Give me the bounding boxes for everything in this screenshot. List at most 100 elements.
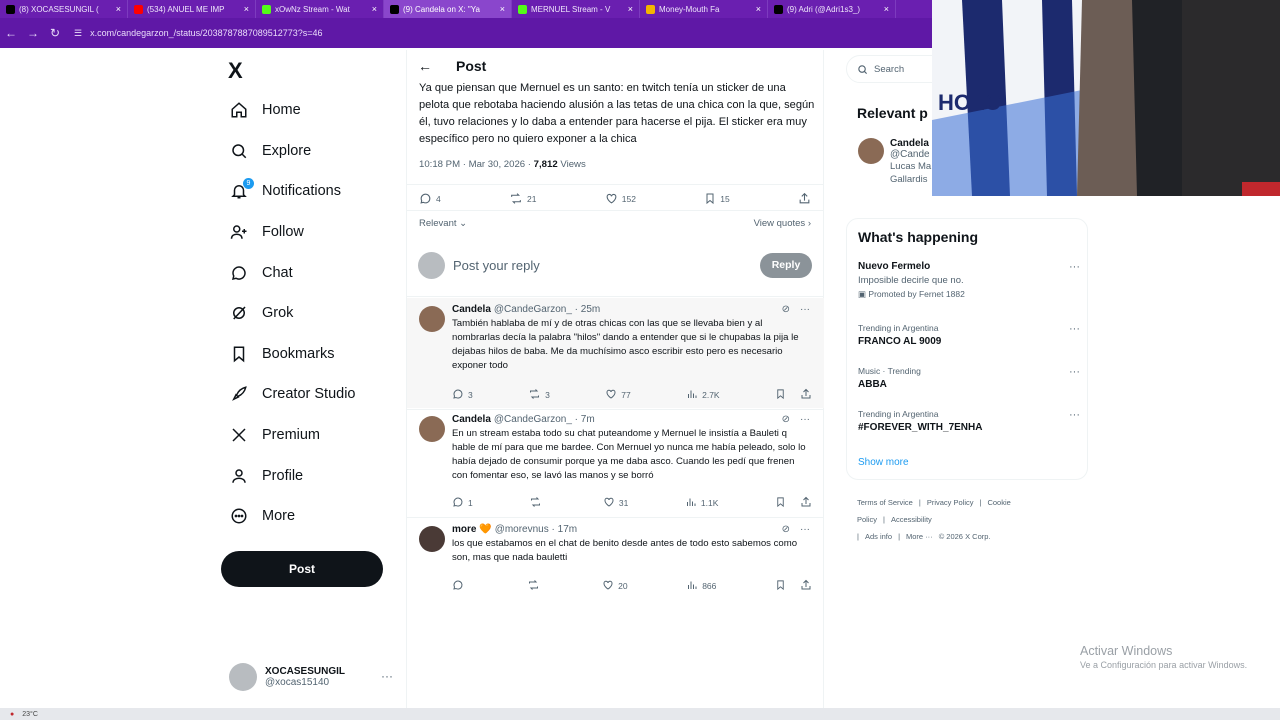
repost-action[interactable] [527, 579, 544, 593]
browser-tab[interactable]: (9) Candela on X: "Ya × [384, 0, 512, 18]
avatar[interactable] [419, 416, 445, 442]
reply-post[interactable]: Candela @CandeGarzon_ · 7m ⊘ ··· En un strea… [407, 408, 824, 516]
trend-item[interactable]: Nuevo Fermelo Imposible decirle que no. ▣ … [858, 261, 1080, 300]
more-dots-icon[interactable]: ··· [1069, 409, 1080, 421]
more-dots-icon[interactable]: ··· [1069, 323, 1080, 335]
footer-link[interactable]: More ··· [906, 532, 933, 541]
reply-input[interactable]: Post your reply [453, 258, 760, 273]
repost-action[interactable]: 3 [528, 388, 550, 402]
reply-author[interactable]: more 🧡 [452, 524, 492, 535]
reply-handle[interactable]: @morevnus · 17m [495, 524, 577, 535]
site-settings-icon[interactable]: ☰ [74, 28, 82, 39]
sidebar-item-grok[interactable]: Grok [226, 293, 406, 334]
trend-item[interactable]: Trending in Argentina FRANCO AL 9009 ··· [858, 323, 1080, 347]
weather-icon[interactable]: ● [10, 711, 14, 718]
search-input[interactable]: Search [846, 55, 946, 83]
bookmark-icon[interactable] [775, 388, 786, 402]
sidebar-item-creator-studio[interactable]: Creator Studio [226, 374, 406, 415]
reply-author[interactable]: Candela [452, 304, 491, 315]
reload-icon[interactable]: ↻ [44, 26, 66, 40]
sidebar-item-premium[interactable]: Premium [226, 415, 406, 456]
close-icon[interactable]: × [500, 4, 505, 14]
reply-button[interactable]: Reply [760, 252, 812, 278]
more-dots-icon[interactable]: ··· [1069, 366, 1080, 378]
browser-tab[interactable]: (8) XOCASESUNGIL (× [0, 0, 128, 18]
bookmark-icon[interactable] [775, 579, 786, 593]
repost-action[interactable] [529, 496, 546, 510]
footer-link[interactable]: Privacy Policy [927, 498, 974, 507]
post-time[interactable]: 10:18 PM · Mar 30, 2026 · [419, 159, 534, 170]
footer-link[interactable]: Accessibility [891, 515, 932, 524]
url-text[interactable]: x.com/candegarzon_/status/20387878870895… [90, 28, 322, 38]
sidebar-item-explore[interactable]: Explore [226, 131, 406, 172]
footer-link[interactable]: Terms of Service [857, 498, 913, 507]
share-icon[interactable] [800, 388, 812, 402]
like-action[interactable]: 152 [605, 192, 636, 205]
bookmark-action[interactable]: 15 [704, 192, 730, 205]
close-icon[interactable]: × [372, 4, 377, 14]
relevant-user[interactable]: Candela @Cande Lucas Ma Gallardis [858, 138, 931, 186]
close-icon[interactable]: × [756, 4, 761, 14]
reply-post[interactable]: Candela @CandeGarzon_ · 25m ⊘ ··· También ha… [407, 298, 824, 408]
reply-action[interactable]: 1 [452, 496, 473, 510]
reply-action[interactable] [452, 579, 468, 593]
browser-tab[interactable]: (9) Adri (@Adri1s3_) × [768, 0, 896, 18]
close-icon[interactable]: × [884, 4, 889, 14]
browser-tab[interactable]: xOwNz Stream - Wat × [256, 0, 384, 18]
url-field[interactable]: ☰ x.com/candegarzon_/status/203878788708… [74, 28, 323, 39]
sort-dropdown[interactable]: Relevant ⌄ [419, 218, 467, 229]
more-dots-icon[interactable]: ··· [1069, 261, 1080, 273]
share-icon[interactable] [800, 496, 812, 510]
close-icon[interactable]: × [116, 4, 121, 14]
more-dots-icon[interactable]: ··· [800, 414, 810, 425]
like-action[interactable]: 20 [602, 579, 628, 593]
like-action[interactable]: 77 [605, 388, 631, 402]
trend-item[interactable]: Trending in Argentina #FOREVER_WITH_7ENHA… [858, 409, 1080, 433]
reply-handle[interactable]: @CandeGarzon_ · 7m [494, 414, 595, 425]
back-arrow-icon[interactable]: ← [0, 26, 22, 40]
bookmark-icon[interactable] [775, 496, 786, 510]
post-button[interactable]: Post [221, 551, 383, 587]
browser-tab[interactable]: (534) ANUEL ME IMP × [128, 0, 256, 18]
grok-icon[interactable]: ⊘ [782, 414, 790, 425]
trend-item[interactable]: Music · Trending ABBA ··· [858, 366, 1080, 390]
sidebar-item-notifications[interactable]: 9 Notifications [226, 171, 406, 212]
grok-icon[interactable]: ⊘ [782, 524, 790, 535]
reply-handle[interactable]: @CandeGarzon_ · 25m [494, 304, 600, 315]
sidebar-item-profile[interactable]: Profile [226, 455, 406, 496]
reply-author[interactable]: Candela [452, 414, 491, 425]
views-action[interactable]: 1.1K [685, 496, 718, 510]
avatar[interactable] [419, 526, 445, 552]
browser-tab[interactable]: Money-Mouth Fa × [640, 0, 768, 18]
more-dots-icon[interactable]: ··· [800, 304, 810, 315]
footer-link[interactable]: Ads info [865, 532, 892, 541]
grok-icon[interactable]: ⊘ [782, 304, 790, 315]
close-icon[interactable]: × [244, 4, 249, 14]
sidebar-item-bookmarks[interactable]: Bookmarks [226, 334, 406, 375]
close-icon[interactable]: × [628, 4, 633, 14]
more-dots-icon[interactable]: ··· [381, 669, 393, 683]
x-logo[interactable]: X [228, 58, 243, 84]
browser-tab[interactable]: MERNUEL Stream - V × [512, 0, 640, 18]
avatar[interactable] [419, 306, 445, 332]
view-quotes-link[interactable]: View quotes › [754, 218, 811, 229]
reply-action[interactable]: 3 [452, 388, 473, 402]
account-switcher[interactable]: XOCASESUNGIL @xocas15140 ··· [229, 660, 399, 694]
repost-action[interactable]: 21 [509, 192, 536, 205]
forward-arrow-icon[interactable]: → [22, 26, 44, 40]
share-icon[interactable] [800, 579, 812, 593]
views-action[interactable]: 866 [686, 579, 716, 593]
like-action[interactable]: 31 [603, 496, 628, 510]
sidebar-item-chat[interactable]: Chat [226, 252, 406, 293]
sidebar-item-more[interactable]: More [226, 496, 406, 537]
sidebar-item-follow[interactable]: Follow [226, 212, 406, 253]
footer-link[interactable]: © 2026 X Corp. [939, 532, 991, 541]
back-arrow-icon[interactable]: ← [418, 58, 432, 74]
reply-post[interactable]: more 🧡 @morevnus · 17m ⊘ ··· los que estabam… [407, 518, 824, 598]
more-dots-icon[interactable]: ··· [800, 524, 810, 535]
reply-action[interactable]: 4 [419, 192, 441, 205]
share-action[interactable] [798, 192, 811, 205]
sidebar-item-home[interactable]: Home [226, 90, 406, 131]
views-action[interactable]: 2.7K [686, 388, 720, 402]
show-more-link[interactable]: Show more [858, 457, 909, 468]
